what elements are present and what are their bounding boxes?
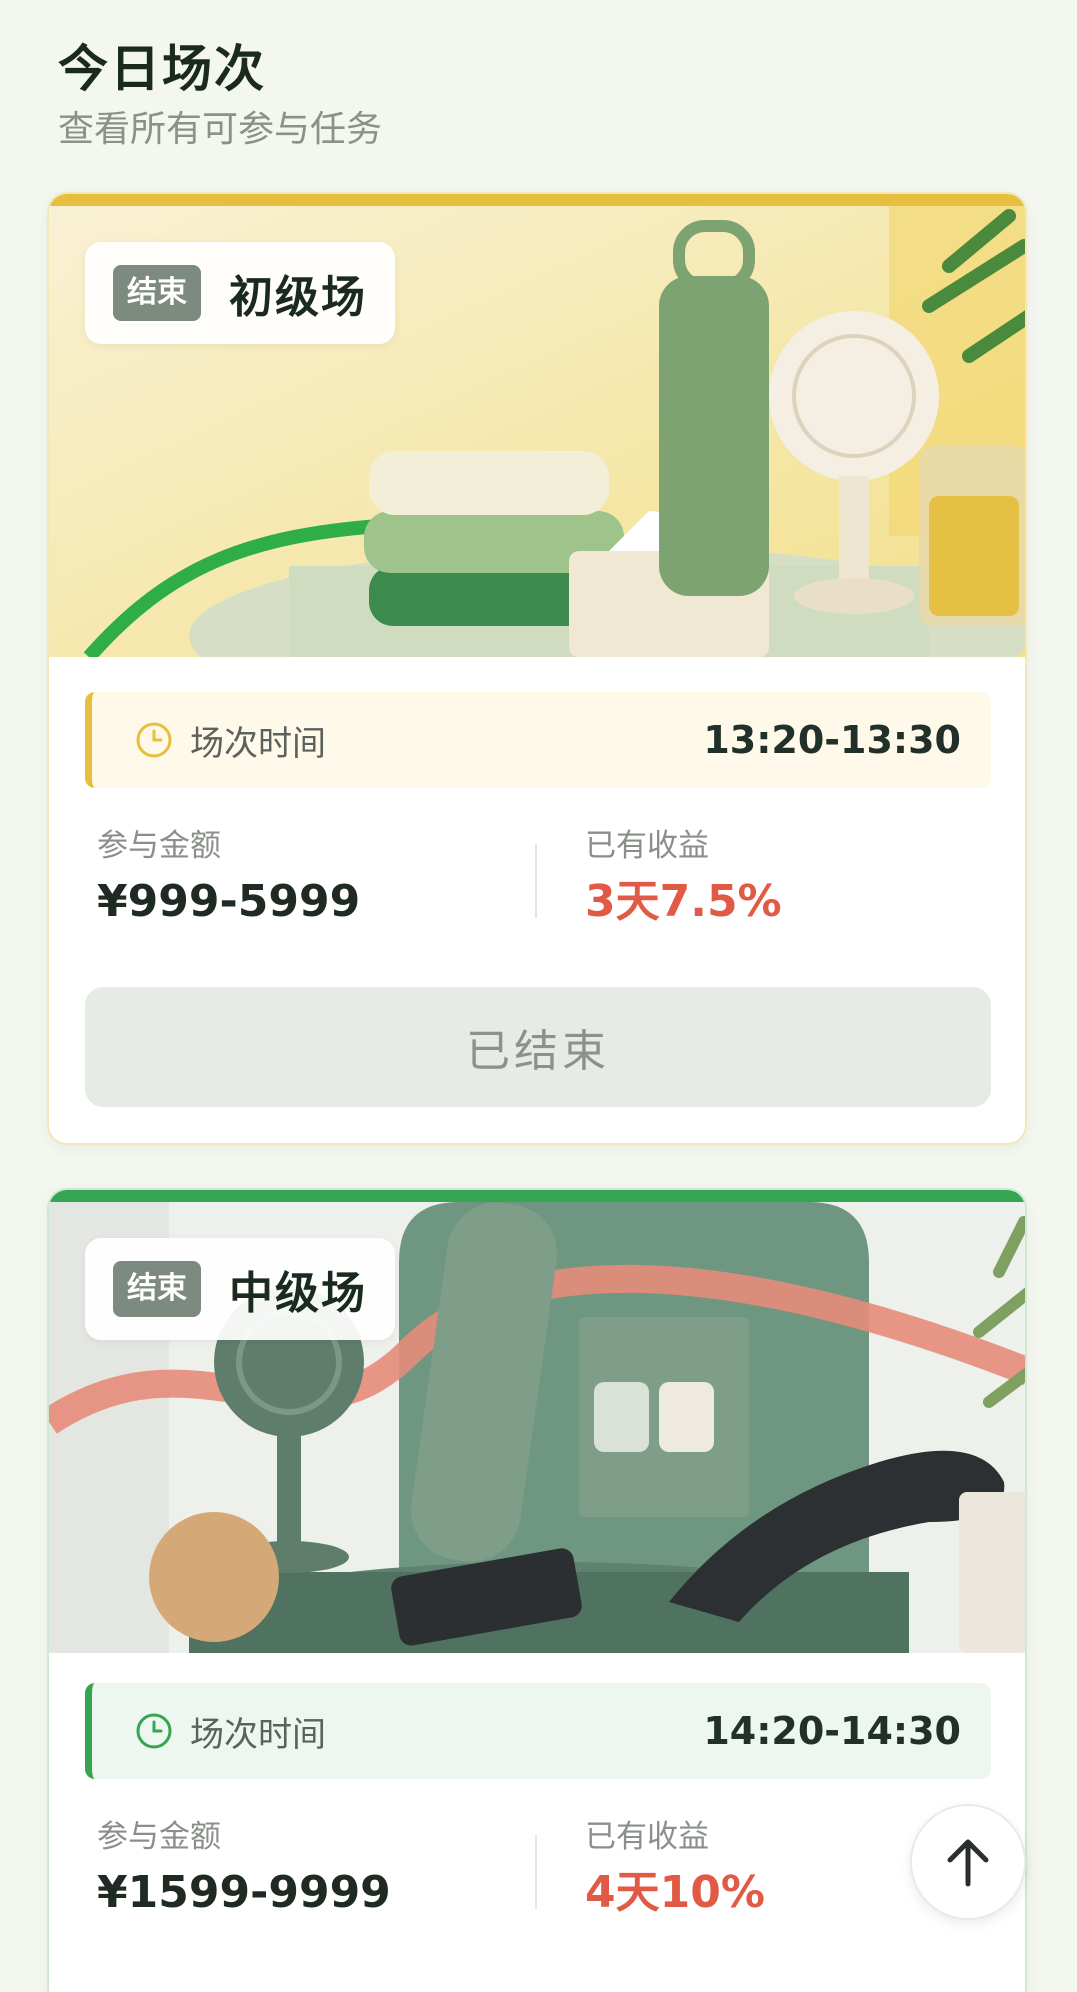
session-stats: 参与金额 ¥1599-9999 已有收益 4天10% <box>85 1815 991 1925</box>
session-stats: 参与金额 ¥999-5999 已有收益 3天7.5% <box>85 824 991 934</box>
clock-icon <box>136 722 172 758</box>
arrow-up-icon <box>947 1839 989 1887</box>
amount-stat: 参与金额 ¥1599-9999 <box>97 1815 391 1925</box>
amount-value: ¥1599-9999 <box>97 1867 391 1918</box>
card-accent-bar <box>49 194 1025 206</box>
session-time-value: 14:20-14:30 <box>703 1709 961 1753</box>
page-header: 今日场次 查看所有可参与任务 <box>58 34 382 156</box>
yield-label: 已有收益 <box>585 1819 709 1855</box>
page-subtitle: 查看所有可参与任务 <box>58 109 383 150</box>
session-time-label: 场次时间 <box>190 1714 326 1755</box>
session-time-row: 场次时间 13:20-13:30 <box>85 692 991 788</box>
stat-divider <box>535 1835 537 1909</box>
yield-stat: 已有收益 3天7.5% <box>585 824 782 934</box>
session-time-label: 场次时间 <box>190 723 326 764</box>
status-badge: 结束 <box>113 1261 201 1317</box>
card-accent-bar <box>49 1190 1025 1202</box>
session-ended-button[interactable]: 已结束 <box>85 987 991 1107</box>
yield-value: 3天7.5% <box>585 876 782 927</box>
session-tag: 结束 中级场 <box>85 1238 395 1340</box>
clock-icon <box>136 1713 172 1749</box>
yield-stat: 已有收益 4天10% <box>585 1815 765 1925</box>
yield-value: 4天10% <box>585 1867 765 1918</box>
scroll-to-top-button[interactable] <box>910 1804 1026 1920</box>
session-card-intermediate[interactable]: 结束 中级场 场次时间 14:20-14:30 参与金额 ¥1599-9999 … <box>47 1188 1027 1992</box>
amount-label: 参与金额 <box>97 828 221 864</box>
product-banner-image: 结束 初级场 <box>49 206 1025 657</box>
stat-divider <box>535 844 537 918</box>
session-card-beginner[interactable]: 结束 初级场 场次时间 13:20-13:30 参与金额 ¥999-5999 已… <box>47 192 1027 1145</box>
amount-value: ¥999-5999 <box>97 876 361 927</box>
product-banner-image: 结束 中级场 <box>49 1202 1025 1653</box>
session-time-value: 13:20-13:30 <box>703 718 961 762</box>
session-name: 中级场 <box>229 1268 367 1319</box>
amount-stat: 参与金额 ¥999-5999 <box>97 824 360 934</box>
page-title: 今日场次 <box>58 40 266 98</box>
status-badge: 结束 <box>113 265 201 321</box>
session-time-row: 场次时间 14:20-14:30 <box>85 1683 991 1779</box>
session-name: 初级场 <box>229 272 367 323</box>
amount-label: 参与金额 <box>97 1819 221 1855</box>
session-tag: 结束 初级场 <box>85 242 395 344</box>
yield-label: 已有收益 <box>585 828 709 864</box>
